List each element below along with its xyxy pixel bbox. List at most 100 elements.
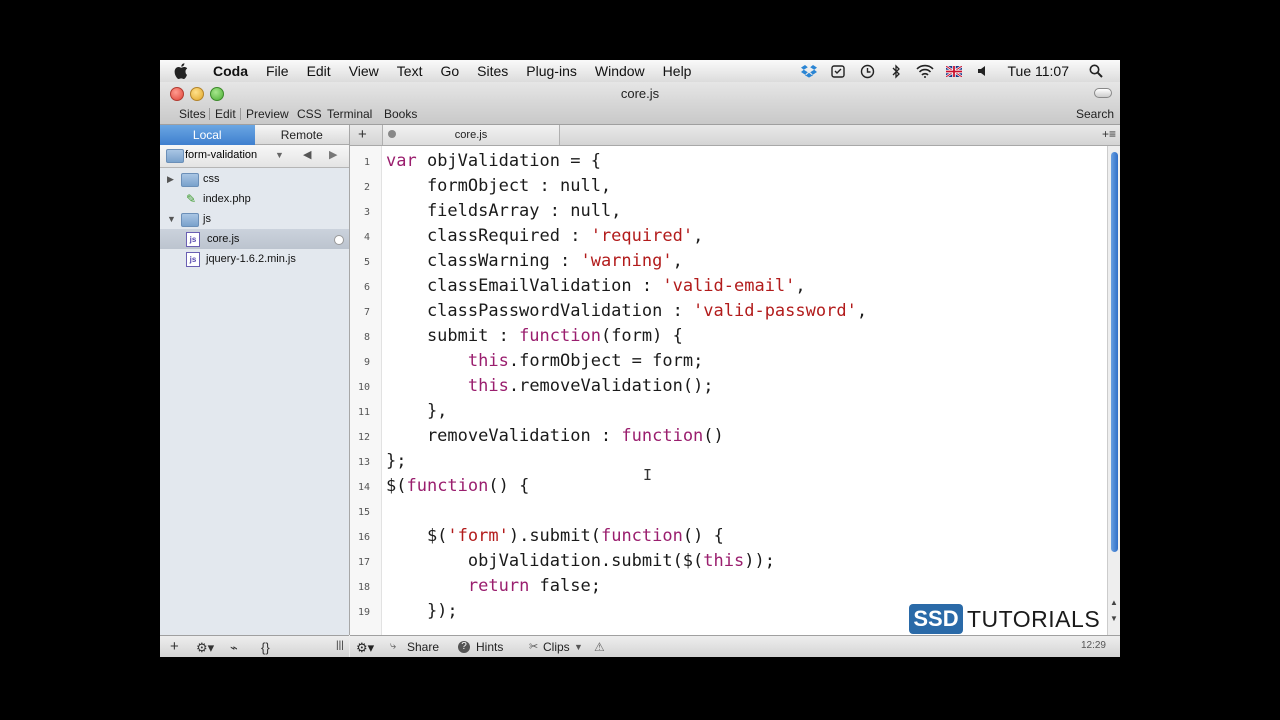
gear-icon[interactable]: ⚙▾ [356, 640, 374, 656]
site-selector[interactable]: form-validation ▼ ◀ ▶ [160, 145, 349, 168]
toolbar-search[interactable]: Search [1076, 107, 1114, 121]
volume-icon[interactable] [969, 60, 998, 82]
scroll-down-arrow-icon[interactable]: ▼ [1110, 614, 1118, 623]
tree-item-index-php[interactable]: ✎ index.php [160, 189, 349, 209]
toolbar-css[interactable]: CSS [297, 107, 322, 121]
back-arrow-icon[interactable]: ◀ [303, 148, 311, 161]
code-line[interactable]: 17 objValidation.submit($(this)); [350, 549, 1107, 574]
tree-item-core-js[interactable]: js core.js [160, 229, 349, 249]
wifi-icon[interactable] [911, 60, 940, 82]
folder-icon [166, 149, 184, 163]
code-line[interactable]: 1 var objValidation = { [350, 149, 1107, 174]
tab-bar: + core.js +≡ [350, 125, 1120, 146]
code-line[interactable]: 18 return false; [350, 574, 1107, 599]
code-line[interactable]: 16 $('form').submit(function() { [350, 524, 1107, 549]
vertical-scrollbar[interactable]: ▲ ▼ [1107, 146, 1120, 635]
code-line[interactable]: 11 }, [350, 399, 1107, 424]
tree-item-css[interactable]: ▶ css [160, 169, 349, 189]
menu-go[interactable]: Go [431, 63, 468, 79]
disclosure-down-icon[interactable]: ▼ [167, 214, 176, 224]
folder-icon [181, 173, 199, 187]
disclosure-right-icon[interactable]: ▶ [167, 174, 174, 185]
scrollbar-thumb[interactable] [1111, 152, 1118, 552]
menu-view[interactable]: View [340, 63, 388, 79]
add-plus-icon[interactable]: + [170, 638, 179, 655]
tree-item-label: core.js [207, 233, 240, 245]
hints-button[interactable]: Hints [476, 640, 503, 654]
segment-local[interactable]: Local [160, 125, 255, 145]
code-text: var objValidation = { [386, 151, 601, 171]
screen: Coda File Edit View Text Go Sites Plug-i… [160, 60, 1120, 657]
line-number: 12 [357, 432, 370, 443]
code-line[interactable]: 14 $(function() { [350, 474, 1107, 499]
code-text: classWarning : 'warning', [386, 251, 683, 271]
toolbar: Sites Edit Preview CSS Terminal Books Se… [160, 104, 1120, 125]
tab-label: core.js [454, 129, 488, 141]
clock-sync-icon[interactable] [853, 60, 882, 82]
menu-sites[interactable]: Sites [468, 63, 517, 79]
code-line[interactable]: 8 submit : function(form) { [350, 324, 1107, 349]
code-line[interactable]: 15 [350, 499, 1107, 524]
apple-icon[interactable] [174, 63, 204, 79]
segment-remote[interactable]: Remote [254, 125, 349, 145]
braces-icon[interactable]: {} [261, 640, 270, 655]
menu-clock[interactable]: Tue 11:07 [998, 63, 1082, 79]
code-line[interactable]: 13}; [350, 449, 1107, 474]
spotlight-icon[interactable] [1081, 60, 1110, 82]
tree-item-jquery[interactable]: js jquery-1.6.2.min.js [160, 249, 349, 269]
code-line[interactable]: 3 fieldsArray : null, [350, 199, 1107, 224]
line-number: 17 [357, 557, 370, 568]
toolbar-preview[interactable]: Preview [246, 107, 289, 121]
menu-help[interactable]: Help [654, 63, 701, 79]
folder-icon [181, 213, 199, 227]
code-editor[interactable]: 1 var objValidation = {2 formObject : nul… [350, 146, 1107, 635]
dropbox-icon[interactable] [795, 60, 824, 82]
watermark-text: TUTORIALS [967, 606, 1101, 632]
new-tab-plus-icon[interactable]: + [358, 126, 367, 143]
menu-edit[interactable]: Edit [298, 63, 340, 79]
js-file-icon: js [186, 232, 200, 247]
toolbar-edit[interactable]: Edit [215, 107, 236, 121]
split-view-icon[interactable]: +≡ [1102, 127, 1116, 141]
scroll-up-arrow-icon[interactable]: ▲ [1110, 598, 1118, 607]
site-name: form-validation [185, 149, 258, 161]
tab-core-js[interactable]: core.js [382, 125, 560, 145]
menu-file[interactable]: File [257, 63, 298, 79]
menu-app-name[interactable]: Coda [204, 63, 257, 79]
resize-grip-icon[interactable]: ||| [336, 640, 344, 651]
menu-window[interactable]: Window [586, 63, 654, 79]
code-line[interactable]: 9 this.formObject = form; [350, 349, 1107, 374]
uk-flag-icon[interactable] [940, 60, 969, 82]
code-line[interactable]: 7 classPasswordValidation : 'valid-passw… [350, 299, 1107, 324]
menu-plugins[interactable]: Plug-ins [517, 63, 586, 79]
line-number: 2 [363, 182, 370, 193]
toolbar-terminal[interactable]: Terminal [327, 107, 372, 121]
code-line[interactable]: 4 classRequired : 'required', [350, 224, 1107, 249]
sidebar: Local Remote form-validation ▼ ◀ ▶ ▶ css… [160, 125, 350, 635]
code-line[interactable]: 2 formObject : null, [350, 174, 1107, 199]
share-button[interactable]: Share [407, 640, 439, 654]
code-line[interactable]: 10 this.removeValidation(); [350, 374, 1107, 399]
line-number: 14 [357, 482, 370, 493]
sidebar-bottom-bar: + ⚙▾ ⌁ {} ||| [160, 635, 349, 657]
line-number: 19 [357, 607, 370, 618]
toolbar-toggle-button[interactable] [1094, 88, 1112, 98]
code-line[interactable]: 6 classEmailValidation : 'valid-email', [350, 274, 1107, 299]
tree-item-label: jquery-1.6.2.min.js [206, 253, 296, 265]
forward-arrow-icon[interactable]: ▶ [329, 148, 337, 161]
toolbar-sites[interactable]: Sites [179, 107, 206, 121]
clips-button[interactable]: Clips [543, 640, 570, 654]
warning-icon[interactable]: ⚠ [594, 640, 605, 654]
share-icon: ⤷ [390, 640, 397, 652]
code-line[interactable]: 5 classWarning : 'warning', [350, 249, 1107, 274]
line-number: 9 [363, 357, 370, 368]
tree-item-js[interactable]: ▼ js [160, 209, 349, 229]
bluetooth-icon[interactable] [882, 60, 911, 82]
menu-bar: Coda File Edit View Text Go Sites Plug-i… [160, 60, 1120, 83]
menu-text[interactable]: Text [388, 63, 432, 79]
publish-icon[interactable]: ⌁ [230, 640, 238, 656]
time-machine-icon[interactable] [824, 60, 853, 82]
code-line[interactable]: 12 removeValidation : function() [350, 424, 1107, 449]
gear-icon[interactable]: ⚙▾ [196, 640, 214, 656]
toolbar-books[interactable]: Books [384, 107, 417, 121]
